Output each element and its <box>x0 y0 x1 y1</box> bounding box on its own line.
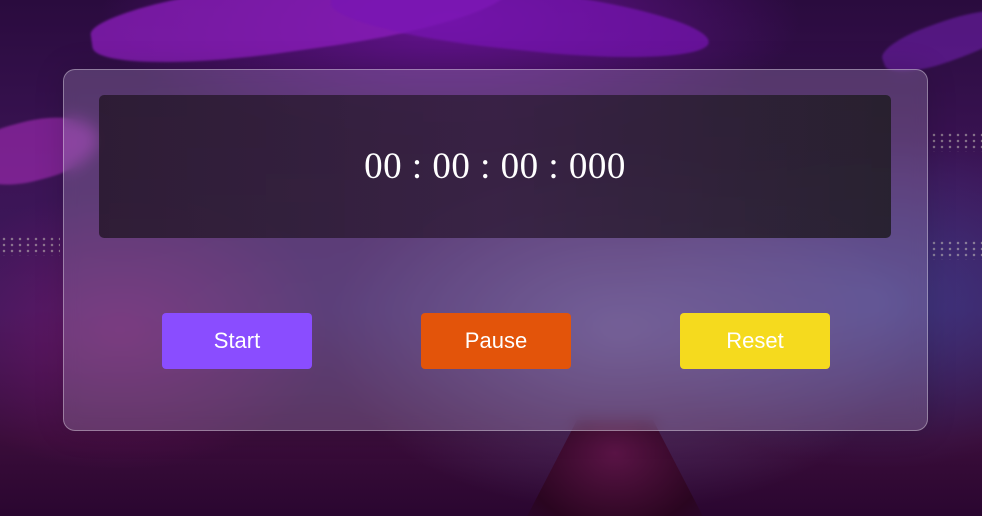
time-readout: 00 : 00 : 00 : 000 <box>364 146 626 187</box>
stopwatch-card: 00 : 00 : 00 : 000 Start Pause Reset <box>63 69 928 431</box>
start-button[interactable]: Start <box>162 313 312 369</box>
bg-sparkles <box>0 236 60 256</box>
bg-figure <box>520 420 710 516</box>
time-display: 00 : 00 : 00 : 000 <box>99 95 891 238</box>
reset-button[interactable]: Reset <box>680 313 830 369</box>
pause-button[interactable]: Pause <box>421 313 571 369</box>
bg-sparkles <box>930 240 982 260</box>
bg-sparkles <box>930 132 982 152</box>
